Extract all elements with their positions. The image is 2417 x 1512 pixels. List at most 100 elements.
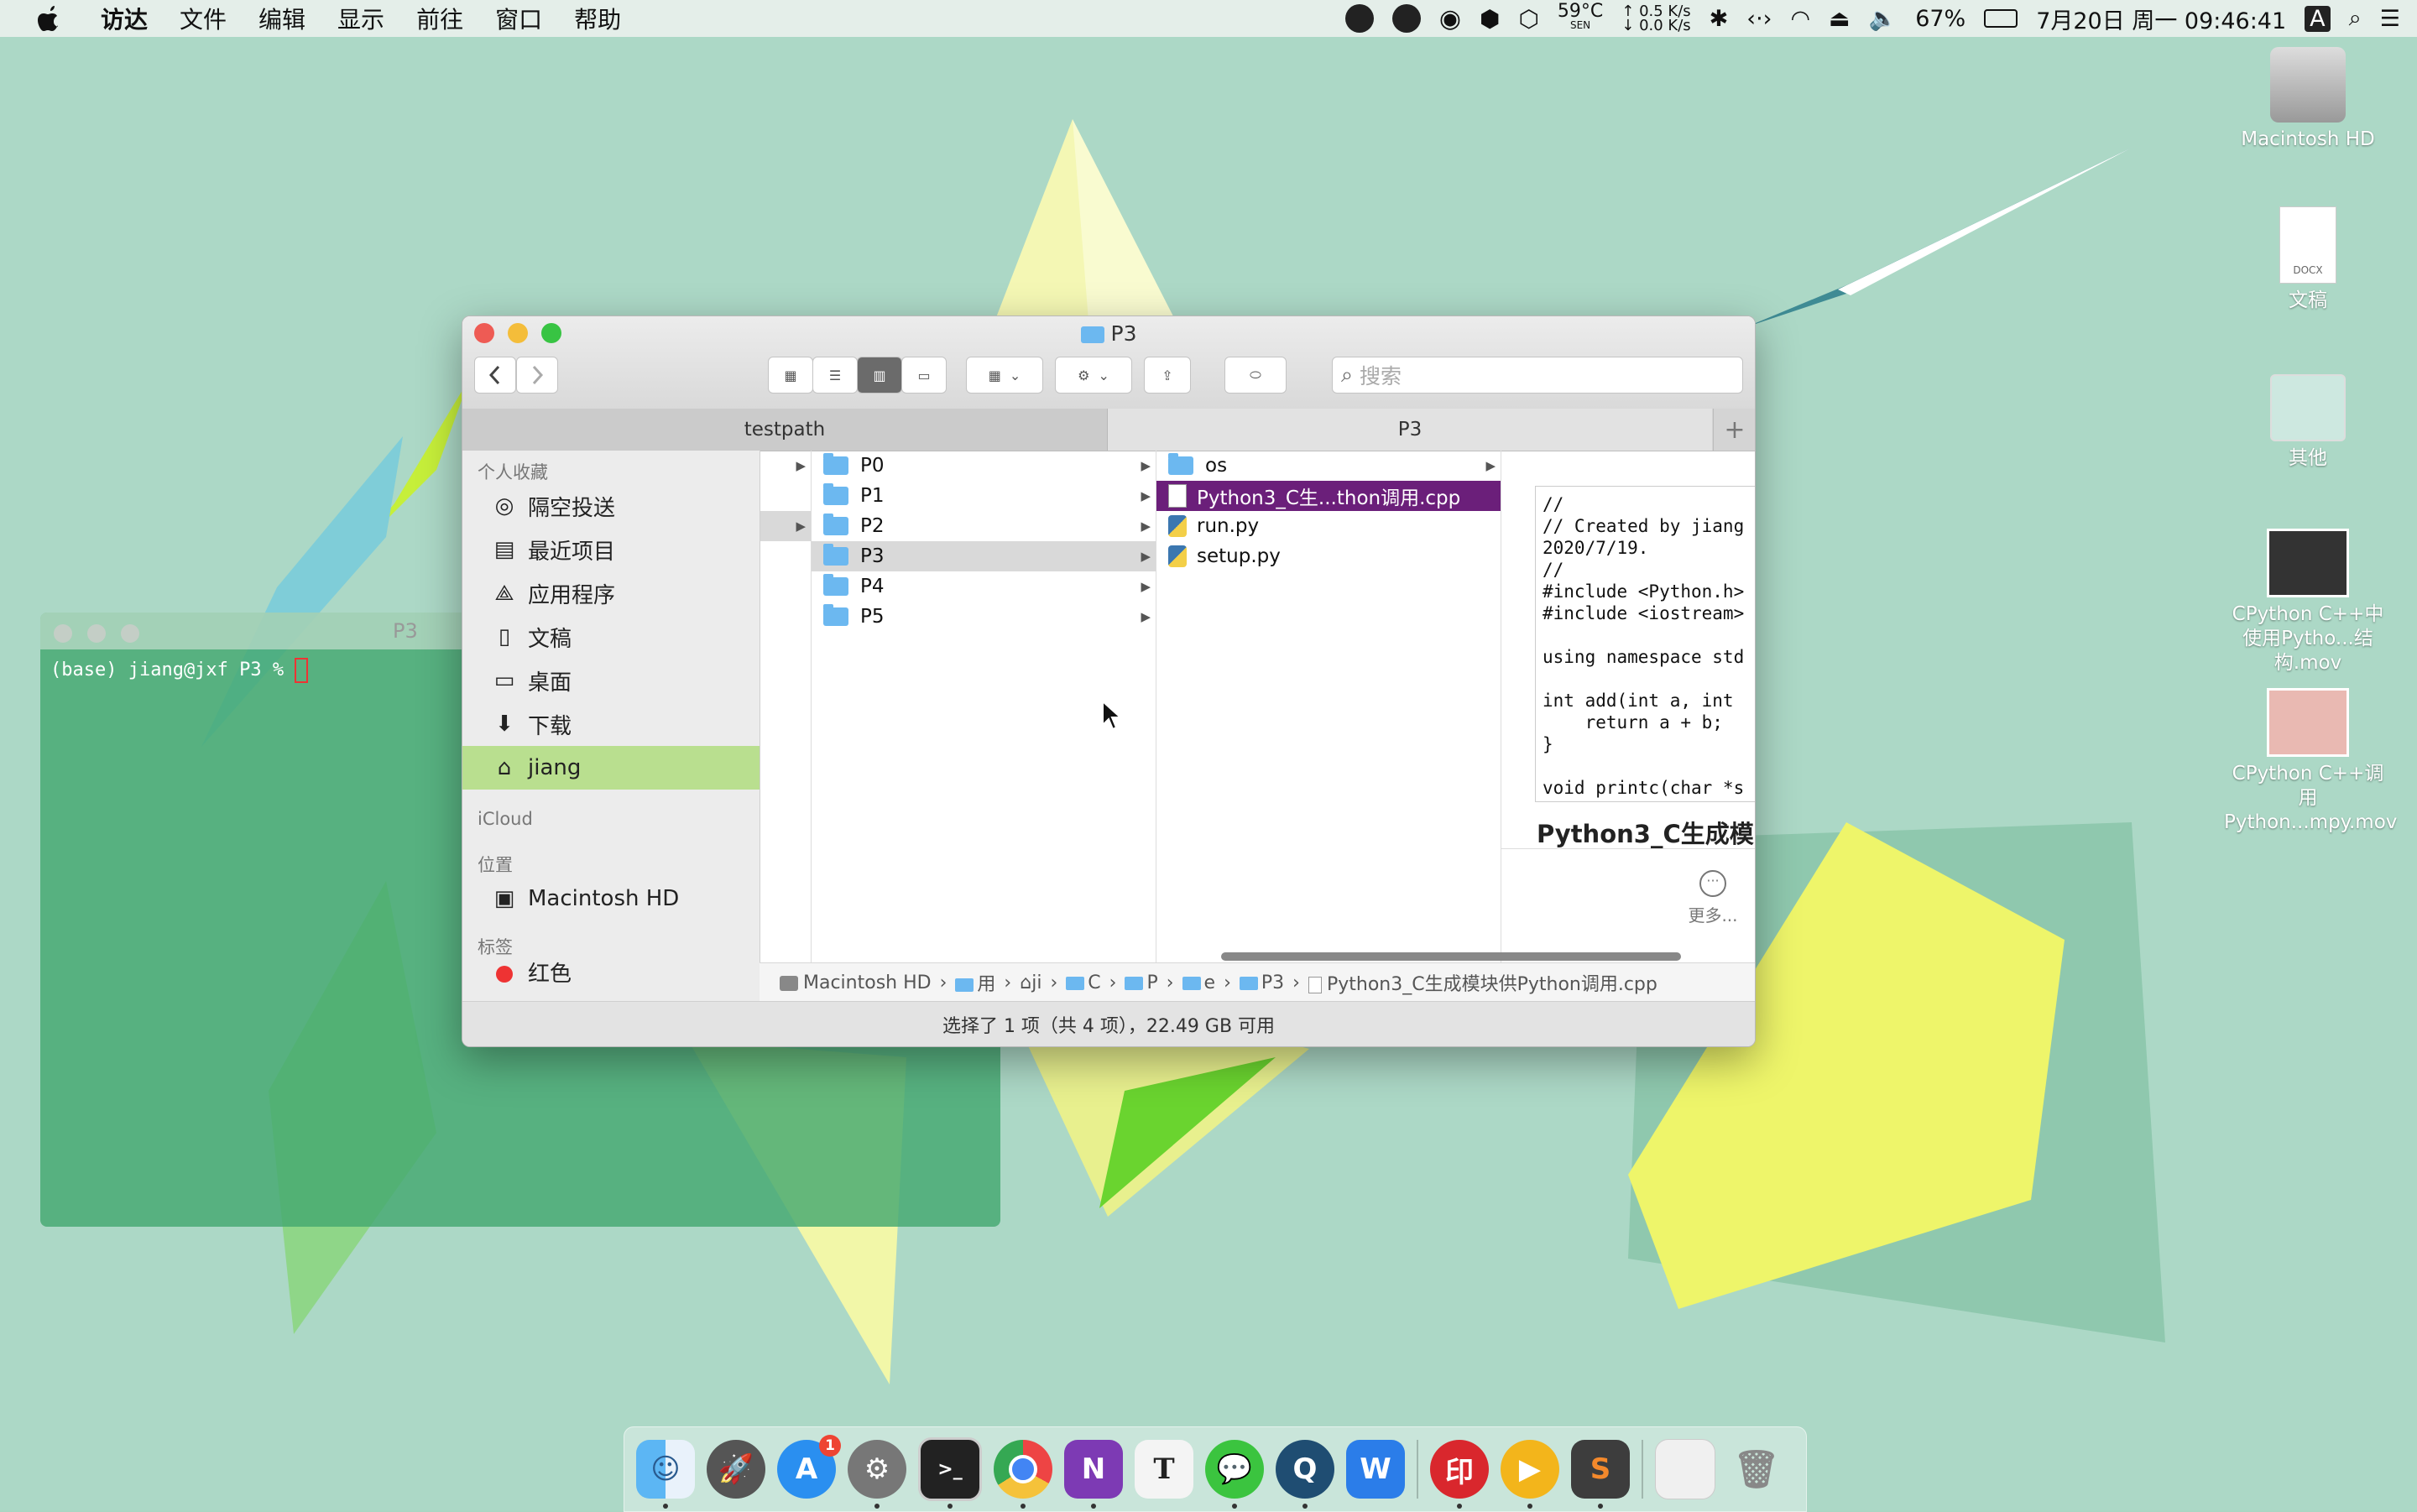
list-item-selected[interactable]: Python3_C生...thon调用.cpp (1156, 481, 1501, 511)
path-item[interactable]: P3 (1239, 972, 1284, 993)
docs-app-icon[interactable] (1391, 4, 1421, 33)
infuse-icon[interactable]: ▶ (1501, 1440, 1559, 1509)
menu-help[interactable]: 帮助 (574, 2, 621, 35)
input-method-indicator[interactable]: A (2305, 5, 2331, 32)
column-parent[interactable]: ▶ ▶ (760, 451, 812, 988)
finder-window[interactable]: P3 ▦ ☰ ▥ ▭ ▦ ⌄ ⚙ ⌄ ⇪ ⬭ ⌕ 搜索 testpath P3 … (462, 315, 1756, 1047)
app-store-icon[interactable]: A1 (777, 1435, 841, 1499)
downloads-stack-icon[interactable] (1655, 1439, 1715, 1499)
menu-go[interactable]: 前往 (416, 2, 463, 35)
list-item[interactable]: P4 ▶ (812, 571, 1156, 602)
desktop-icon-other[interactable]: 其他 (2224, 374, 2392, 471)
forward-button[interactable] (516, 357, 558, 394)
wifi-icon[interactable]: ◠ (1790, 6, 1810, 32)
sidebar-item-airdrop[interactable]: ◎ 隔空投送 (462, 484, 760, 528)
record-icon[interactable] (1344, 4, 1374, 33)
shield-icon[interactable]: ⬡ (1518, 5, 1538, 33)
path-item[interactable]: e (1182, 972, 1215, 993)
code-icon[interactable]: ‹·› (1746, 6, 1772, 32)
path-item[interactable]: 用 (955, 969, 995, 996)
wps-icon[interactable]: W (1346, 1440, 1405, 1499)
menu-window[interactable]: 窗口 (495, 2, 542, 35)
list-item[interactable]: run.py (1156, 511, 1501, 541)
share-button[interactable]: ⇪ (1144, 357, 1191, 394)
bluetooth-icon[interactable]: ✱ (1710, 6, 1729, 32)
tab-testpath[interactable]: testpath (462, 409, 1108, 451)
typora-icon[interactable]: T (1135, 1440, 1193, 1499)
list-item[interactable]: P5 ▶ (812, 602, 1156, 632)
list-item[interactable]: setup.py (1156, 541, 1501, 571)
docs-app-icon[interactable]: 印 (1430, 1440, 1489, 1509)
volume-icon[interactable]: 🔈 (1869, 5, 1898, 32)
sidebar-item-downloads[interactable]: ⬇ 下载 (462, 702, 760, 746)
list-item[interactable]: os ▶ (1156, 451, 1501, 481)
sidebar-item-desktop[interactable]: ▭ 桌面 (462, 659, 760, 702)
desktop-icon-video-2[interactable]: CPython C++调用Python...mpy.mov (2224, 688, 2397, 835)
action-button[interactable]: ⚙ ⌄ (1055, 357, 1132, 394)
box-icon[interactable]: ⬢ (1480, 5, 1500, 33)
folder-icon (1066, 976, 1085, 990)
spotlight-search-icon[interactable]: ⌕ (2349, 5, 2362, 32)
clock[interactable]: 7月20日 周一 09:46:41 (2036, 3, 2286, 35)
temperature-readout[interactable]: 59°C SEN (1558, 3, 1603, 33)
terminal-app-icon[interactable]: >_ (918, 1437, 982, 1509)
view-icons-button[interactable]: ▦ (768, 357, 813, 394)
back-button[interactable] (474, 357, 516, 394)
search-field[interactable]: ⌕ 搜索 (1332, 357, 1743, 394)
sidebar-item-home[interactable]: ⌂ jiang (462, 746, 760, 790)
menu-file[interactable]: 文件 (180, 2, 227, 35)
sublime-text-icon[interactable]: S (1571, 1440, 1630, 1509)
menu-finder[interactable]: 访达 (101, 2, 148, 35)
path-item[interactable]: C (1066, 972, 1101, 993)
battery-percent[interactable]: 67% (1915, 6, 1965, 32)
menu-edit[interactable]: 编辑 (258, 2, 305, 35)
menu-view[interactable]: 显示 (337, 2, 384, 35)
notification-center-icon[interactable]: ☰ (2380, 6, 2400, 32)
close-button[interactable] (54, 624, 72, 643)
system-preferences-icon[interactable]: ⚙ (848, 1440, 906, 1509)
sidebar-item-documents[interactable]: ▯ 文稿 (462, 615, 760, 659)
trash-icon[interactable]: 🗑 (1727, 1440, 1786, 1499)
sidebar-item-macintosh-hd[interactable]: ▣ Macintosh HD (462, 877, 760, 920)
launchpad-icon[interactable]: 🚀 (707, 1440, 765, 1499)
tab-p3[interactable]: P3 (1108, 409, 1712, 451)
list-item[interactable]: P0 ▶ (812, 451, 1156, 481)
desktop-icon-documents[interactable]: DOCX 文稿 (2224, 206, 2392, 313)
network-speed[interactable]: ↑ 0.5 K/s ↓ 0.0 K/s (1621, 4, 1690, 34)
finder-app-icon[interactable]: ☺ (636, 1440, 695, 1509)
list-item[interactable]: P3 ▶ (812, 541, 1156, 571)
view-gallery-button[interactable]: ▭ (901, 357, 947, 394)
sidebar-item-applications[interactable]: ⟁ 应用程序 (462, 571, 760, 615)
sidebar-item-recents[interactable]: ▤ 最近项目 (462, 528, 760, 571)
wechat-icon[interactable]: ◉ (1439, 4, 1461, 34)
view-columns-button[interactable]: ▥ (857, 357, 902, 394)
list-item[interactable]: ▶ (760, 451, 811, 481)
list-item[interactable]: P1 ▶ (812, 481, 1156, 511)
list-item[interactable]: P2 ▶ (812, 511, 1156, 541)
list-item[interactable] (760, 481, 811, 511)
path-item[interactable]: Python3_C生成模块供Python调用.cpp (1308, 969, 1657, 996)
path-item[interactable]: P (1125, 972, 1158, 993)
new-tab-button[interactable]: + (1713, 409, 1755, 451)
eject-icon[interactable]: ⏏ (1829, 6, 1851, 32)
path-item[interactable]: ⌂ji (1020, 972, 1041, 993)
list-item[interactable]: ▶ (760, 511, 811, 541)
tags-button[interactable]: ⬭ (1224, 357, 1287, 394)
minimize-button[interactable] (87, 624, 106, 643)
finder-toolbar[interactable]: P3 ▦ ☰ ▥ ▭ ▦ ⌄ ⚙ ⌄ ⇪ ⬭ ⌕ 搜索 (462, 316, 1755, 409)
quicktime-icon[interactable]: Q (1276, 1440, 1334, 1509)
apple-menu-icon[interactable] (34, 2, 67, 35)
wechat-icon[interactable]: 💬 (1205, 1440, 1264, 1509)
zoom-button[interactable] (121, 624, 139, 643)
desktop-icon-macintosh-hd[interactable]: Macintosh HD (2224, 47, 2392, 152)
onenote-icon[interactable]: N (1064, 1440, 1123, 1509)
sidebar-item-tag-red[interactable]: 红色 (462, 959, 760, 988)
more-button[interactable]: ··· 更多... (1671, 870, 1755, 926)
chrome-icon[interactable] (994, 1440, 1052, 1509)
horizontal-scrollbar[interactable] (1221, 952, 1681, 961)
desktop-icon-video-1[interactable]: CPython C++中使用Pytho...结构.mov (2224, 529, 2392, 675)
group-by-button[interactable]: ▦ ⌄ (966, 357, 1043, 394)
path-item[interactable]: Macintosh HD (780, 972, 932, 993)
view-list-button[interactable]: ☰ (812, 357, 858, 394)
column-files[interactable]: os ▶ Python3_C生...thon调用.cpp run.py setup… (1156, 451, 1501, 988)
